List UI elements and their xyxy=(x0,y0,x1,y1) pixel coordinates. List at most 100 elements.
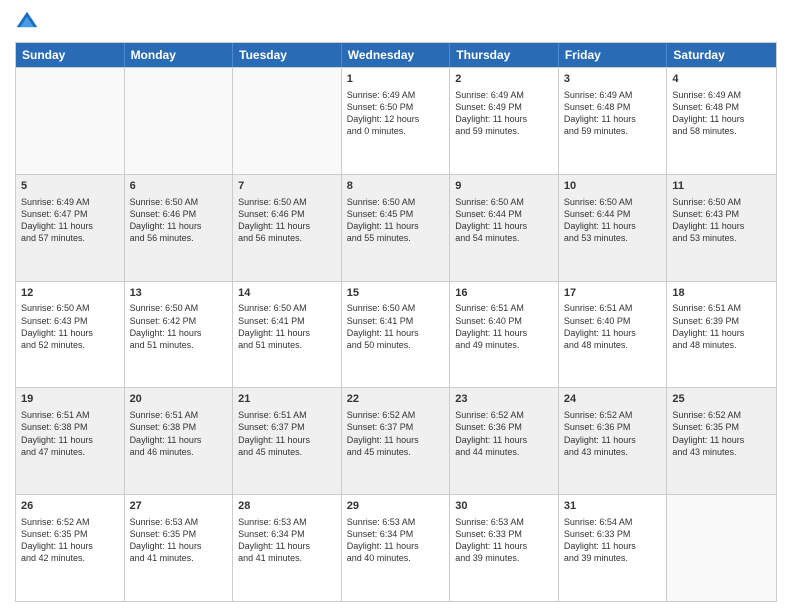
cell-detail: and 59 minutes. xyxy=(564,125,662,137)
cell-detail: Sunset: 6:50 PM xyxy=(347,101,445,113)
cell-detail: and 51 minutes. xyxy=(130,339,228,351)
cell-detail: Sunset: 6:37 PM xyxy=(347,421,445,433)
weekday-header-monday: Monday xyxy=(125,43,234,67)
calendar-cell: 30Sunrise: 6:53 AMSunset: 6:33 PMDayligh… xyxy=(450,495,559,601)
day-number: 29 xyxy=(347,499,445,514)
calendar-cell: 10Sunrise: 6:50 AMSunset: 6:44 PMDayligh… xyxy=(559,175,668,281)
day-number: 25 xyxy=(672,392,771,407)
day-number: 31 xyxy=(564,499,662,514)
calendar-cell: 25Sunrise: 6:52 AMSunset: 6:35 PMDayligh… xyxy=(667,388,776,494)
cell-detail: Sunset: 6:49 PM xyxy=(455,101,553,113)
cell-detail: Sunset: 6:36 PM xyxy=(564,421,662,433)
cell-detail: Daylight: 11 hours xyxy=(238,327,336,339)
cell-detail: Sunrise: 6:51 AM xyxy=(130,409,228,421)
cell-detail: Daylight: 11 hours xyxy=(455,220,553,232)
cell-detail: Sunrise: 6:49 AM xyxy=(21,196,119,208)
cell-detail: Sunset: 6:43 PM xyxy=(21,315,119,327)
cell-detail: and 49 minutes. xyxy=(455,339,553,351)
calendar-header: SundayMondayTuesdayWednesdayThursdayFrid… xyxy=(16,43,776,67)
cell-detail: Sunset: 6:45 PM xyxy=(347,208,445,220)
cell-detail: Sunrise: 6:53 AM xyxy=(347,516,445,528)
cell-detail: and 42 minutes. xyxy=(21,552,119,564)
weekday-header-wednesday: Wednesday xyxy=(342,43,451,67)
cell-detail: Sunset: 6:33 PM xyxy=(564,528,662,540)
day-number: 15 xyxy=(347,286,445,301)
cell-detail: Sunrise: 6:50 AM xyxy=(238,302,336,314)
cell-detail: Sunrise: 6:50 AM xyxy=(455,196,553,208)
cell-detail: and 55 minutes. xyxy=(347,232,445,244)
cell-detail: Daylight: 11 hours xyxy=(21,434,119,446)
cell-detail: Sunrise: 6:52 AM xyxy=(564,409,662,421)
cell-detail: Daylight: 11 hours xyxy=(672,327,771,339)
cell-detail: Sunrise: 6:52 AM xyxy=(672,409,771,421)
cell-detail: and 45 minutes. xyxy=(238,446,336,458)
calendar-cell: 17Sunrise: 6:51 AMSunset: 6:40 PMDayligh… xyxy=(559,282,668,388)
calendar: SundayMondayTuesdayWednesdayThursdayFrid… xyxy=(15,42,777,602)
day-number: 10 xyxy=(564,179,662,194)
calendar-cell: 4Sunrise: 6:49 AMSunset: 6:48 PMDaylight… xyxy=(667,68,776,174)
day-number: 1 xyxy=(347,72,445,87)
cell-detail: and 54 minutes. xyxy=(455,232,553,244)
cell-detail: and 45 minutes. xyxy=(347,446,445,458)
calendar-cell: 23Sunrise: 6:52 AMSunset: 6:36 PMDayligh… xyxy=(450,388,559,494)
day-number: 21 xyxy=(238,392,336,407)
calendar-cell: 6Sunrise: 6:50 AMSunset: 6:46 PMDaylight… xyxy=(125,175,234,281)
cell-detail: Sunset: 6:34 PM xyxy=(347,528,445,540)
calendar-row-4: 19Sunrise: 6:51 AMSunset: 6:38 PMDayligh… xyxy=(16,387,776,494)
cell-detail: and 56 minutes. xyxy=(130,232,228,244)
day-number: 27 xyxy=(130,499,228,514)
cell-detail: and 46 minutes. xyxy=(130,446,228,458)
calendar-cell: 27Sunrise: 6:53 AMSunset: 6:35 PMDayligh… xyxy=(125,495,234,601)
cell-detail: Sunset: 6:35 PM xyxy=(130,528,228,540)
cell-detail: and 41 minutes. xyxy=(130,552,228,564)
cell-detail: Sunset: 6:44 PM xyxy=(455,208,553,220)
cell-detail: Daylight: 11 hours xyxy=(347,540,445,552)
day-number: 17 xyxy=(564,286,662,301)
cell-detail: Sunrise: 6:50 AM xyxy=(347,302,445,314)
cell-detail: Sunrise: 6:49 AM xyxy=(347,89,445,101)
cell-detail: Daylight: 11 hours xyxy=(455,327,553,339)
day-number: 14 xyxy=(238,286,336,301)
cell-detail: Sunset: 6:48 PM xyxy=(564,101,662,113)
weekday-header-friday: Friday xyxy=(559,43,668,67)
calendar-row-2: 5Sunrise: 6:49 AMSunset: 6:47 PMDaylight… xyxy=(16,174,776,281)
cell-detail: and 40 minutes. xyxy=(347,552,445,564)
day-number: 19 xyxy=(21,392,119,407)
calendar-cell xyxy=(233,68,342,174)
cell-detail: and 57 minutes. xyxy=(21,232,119,244)
cell-detail: Sunset: 6:46 PM xyxy=(130,208,228,220)
calendar-cell: 19Sunrise: 6:51 AMSunset: 6:38 PMDayligh… xyxy=(16,388,125,494)
cell-detail: and 48 minutes. xyxy=(672,339,771,351)
cell-detail: and 39 minutes. xyxy=(564,552,662,564)
calendar-cell: 1Sunrise: 6:49 AMSunset: 6:50 PMDaylight… xyxy=(342,68,451,174)
day-number: 28 xyxy=(238,499,336,514)
cell-detail: Sunset: 6:39 PM xyxy=(672,315,771,327)
calendar-body: 1Sunrise: 6:49 AMSunset: 6:50 PMDaylight… xyxy=(16,67,776,601)
cell-detail: and 51 minutes. xyxy=(238,339,336,351)
day-number: 20 xyxy=(130,392,228,407)
cell-detail: Sunset: 6:48 PM xyxy=(672,101,771,113)
cell-detail: and 43 minutes. xyxy=(564,446,662,458)
cell-detail: Sunrise: 6:51 AM xyxy=(564,302,662,314)
cell-detail: Sunset: 6:43 PM xyxy=(672,208,771,220)
calendar-cell: 5Sunrise: 6:49 AMSunset: 6:47 PMDaylight… xyxy=(16,175,125,281)
cell-detail: Sunrise: 6:51 AM xyxy=(672,302,771,314)
cell-detail: Sunrise: 6:53 AM xyxy=(130,516,228,528)
day-number: 3 xyxy=(564,72,662,87)
weekday-header-thursday: Thursday xyxy=(450,43,559,67)
cell-detail: Daylight: 11 hours xyxy=(21,540,119,552)
cell-detail: Daylight: 11 hours xyxy=(564,220,662,232)
cell-detail: Sunset: 6:37 PM xyxy=(238,421,336,433)
cell-detail: and 39 minutes. xyxy=(455,552,553,564)
cell-detail: and 56 minutes. xyxy=(238,232,336,244)
cell-detail: Daylight: 11 hours xyxy=(21,220,119,232)
day-number: 30 xyxy=(455,499,553,514)
cell-detail: Sunrise: 6:50 AM xyxy=(238,196,336,208)
cell-detail: Daylight: 11 hours xyxy=(238,540,336,552)
cell-detail: Sunrise: 6:52 AM xyxy=(455,409,553,421)
weekday-header-sunday: Sunday xyxy=(16,43,125,67)
calendar-cell: 12Sunrise: 6:50 AMSunset: 6:43 PMDayligh… xyxy=(16,282,125,388)
day-number: 24 xyxy=(564,392,662,407)
cell-detail: Sunrise: 6:50 AM xyxy=(564,196,662,208)
calendar-cell xyxy=(16,68,125,174)
